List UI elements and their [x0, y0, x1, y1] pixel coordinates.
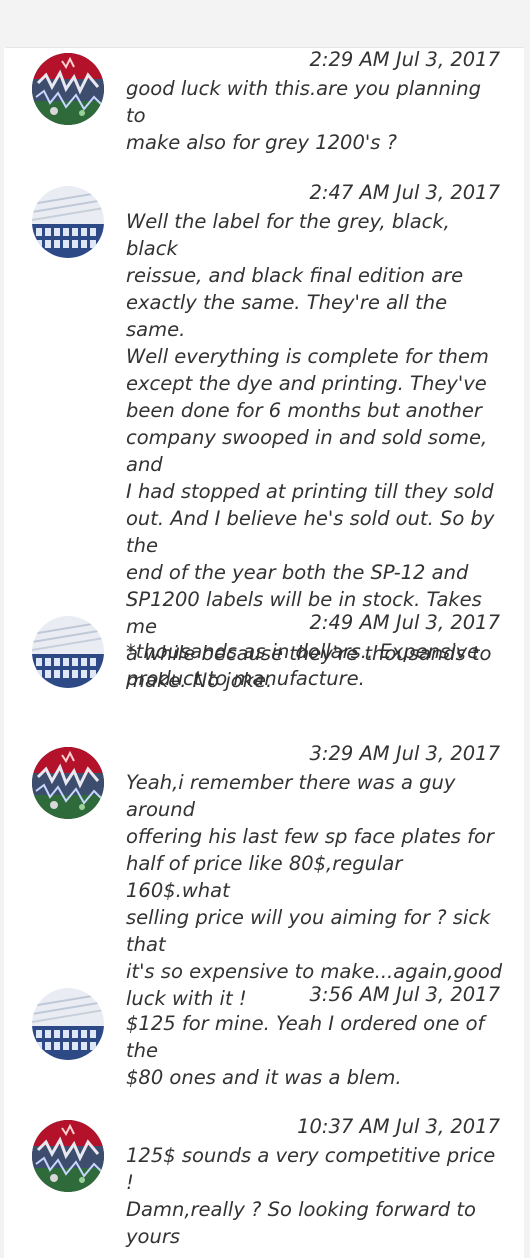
message-text: $125 for mine. Yeah I ordered one of the…: [126, 1012, 485, 1089]
graffiti-avatar-icon[interactable]: [32, 1120, 104, 1192]
top-strip: [0, 0, 530, 48]
message-text: 125$ sounds a very competitive price ! D…: [126, 1144, 496, 1248]
message-timestamp: 3:29 AM Jul 3, 2017: [309, 742, 500, 765]
message-text: *thousands as in dollars.. Expensive pro…: [126, 640, 480, 690]
keyboard-avatar-icon[interactable]: [32, 616, 104, 688]
message-thread: 2:29 AM Jul 3, 2017 good luck with this.…: [4, 48, 524, 1258]
message-timestamp: 2:47 AM Jul 3, 2017: [309, 181, 500, 204]
graffiti-avatar-icon[interactable]: [32, 53, 104, 125]
message-text: good luck with this.are you planning to …: [126, 77, 481, 154]
message-timestamp: 10:37 AM Jul 3, 2017: [297, 1115, 500, 1138]
message-text: Yeah,i remember there was a guy around o…: [126, 771, 503, 1010]
graffiti-avatar-icon[interactable]: [32, 747, 104, 819]
message-timestamp: 2:49 AM Jul 3, 2017: [309, 611, 500, 634]
keyboard-avatar-icon[interactable]: [32, 186, 104, 258]
message-timestamp: 2:29 AM Jul 3, 2017: [309, 48, 500, 71]
message-timestamp: 3:56 AM Jul 3, 2017: [309, 983, 500, 1006]
keyboard-avatar-icon[interactable]: [32, 988, 104, 1060]
